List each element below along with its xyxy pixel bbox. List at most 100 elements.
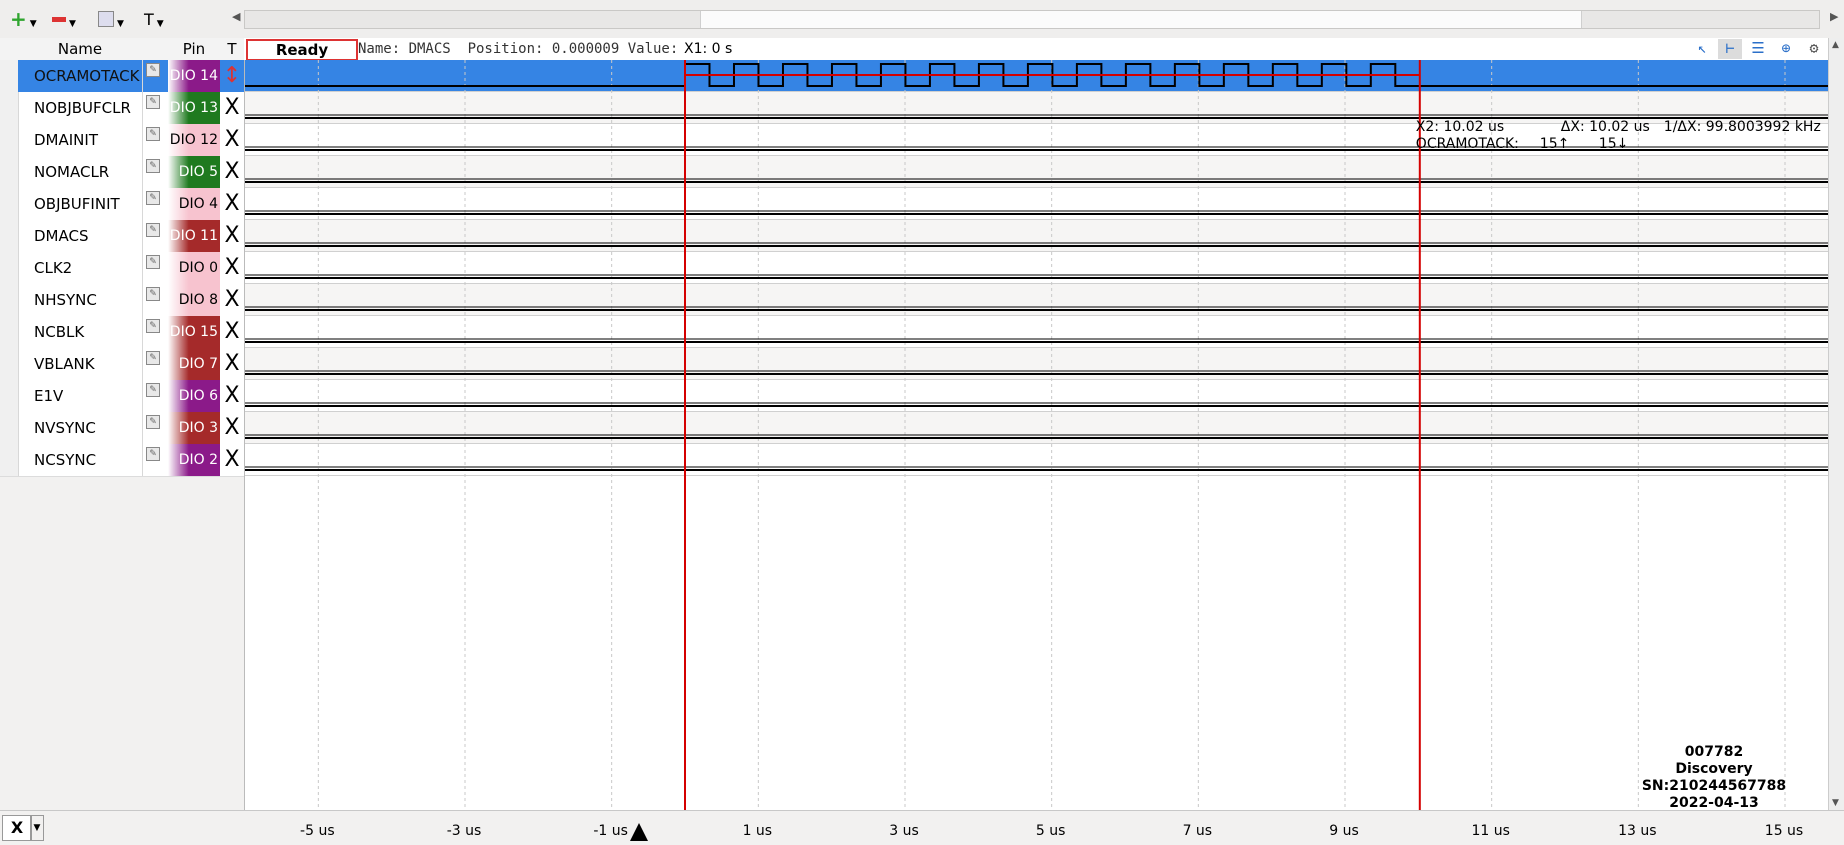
row-gutter[interactable] bbox=[0, 412, 19, 444]
row-gutter[interactable] bbox=[0, 92, 19, 124]
edit-signal-icon[interactable]: ✎ bbox=[146, 159, 160, 173]
axis-tick-label: 9 us bbox=[1329, 823, 1359, 839]
trigger-none-icon[interactable]: X bbox=[222, 382, 242, 410]
edit-signal-icon[interactable]: ✎ bbox=[146, 223, 160, 237]
table-row[interactable]: NVSYNC ✎ DIO 3X bbox=[0, 412, 244, 445]
add-signal-button[interactable]: + ▼ bbox=[10, 7, 37, 31]
trigger-edge-icon[interactable]: ↕ bbox=[222, 62, 242, 90]
pin-badge[interactable]: DIO 5 bbox=[168, 156, 220, 188]
scroll-right-icon[interactable]: ▶ bbox=[1830, 10, 1838, 23]
table-row[interactable]: NOBJBUFCLR ✎ DIO 13 X bbox=[0, 92, 244, 125]
waveform-plot[interactable]: X2: 10.02 us ΔX: 10.02 us 1/ΔX: 99.80039… bbox=[244, 60, 1829, 828]
pin-badge[interactable]: DIO 12 bbox=[168, 124, 220, 156]
trigger-none-icon[interactable]: X bbox=[222, 158, 242, 186]
row-gutter[interactable] bbox=[0, 284, 19, 316]
edit-signal-icon[interactable]: ✎ bbox=[146, 287, 160, 301]
trigger-none-icon[interactable]: X bbox=[222, 318, 242, 346]
row-background bbox=[245, 252, 1829, 284]
row-gutter[interactable] bbox=[0, 124, 19, 156]
pin-badge[interactable]: DIO 8 bbox=[168, 284, 220, 316]
scroll-left-icon[interactable]: ◀ bbox=[232, 10, 240, 23]
scroll-down-icon[interactable]: ▼ bbox=[1832, 798, 1839, 808]
trigger-column-header[interactable]: T bbox=[222, 40, 242, 58]
edit-signal-icon[interactable]: ✎ bbox=[146, 95, 160, 109]
pin-column-header[interactable]: Pin bbox=[168, 40, 220, 58]
signal-name: NOBJBUFCLR bbox=[34, 99, 131, 117]
plus-icon: + bbox=[10, 7, 27, 31]
pin-badge[interactable]: DIO 11 bbox=[168, 220, 220, 252]
pin-badge[interactable]: DIO 4 bbox=[168, 188, 220, 220]
edit-signal-icon[interactable]: ✎ bbox=[146, 415, 160, 429]
table-row[interactable]: NCSYNC ✎ DIO 2X bbox=[0, 444, 244, 477]
signal-name: OBJBUFINIT bbox=[34, 195, 120, 213]
pin-badge[interactable]: DIO 15 bbox=[168, 316, 220, 348]
edit-signal-icon[interactable]: ✎ bbox=[146, 319, 160, 333]
trigger-none-icon[interactable]: X bbox=[222, 446, 242, 474]
edit-signal-icon[interactable]: ✎ bbox=[146, 191, 160, 205]
trigger-none-icon[interactable]: X bbox=[222, 190, 242, 218]
pin-badge[interactable]: DIO 13 bbox=[168, 92, 220, 124]
table-row[interactable]: OCRAMOTACK ✎ DIO 14 ↕ bbox=[0, 60, 244, 93]
row-gutter[interactable] bbox=[0, 348, 19, 380]
pin-badge[interactable]: DIO 6 bbox=[168, 380, 220, 412]
baseline-icon[interactable]: ⊢ bbox=[1718, 39, 1742, 59]
scrollbar-thumb[interactable] bbox=[700, 11, 1582, 28]
align-icon[interactable]: ☰ bbox=[1746, 39, 1770, 59]
table-row[interactable]: CLK2 ✎ DIO 0X bbox=[0, 252, 244, 285]
table-row[interactable]: OBJBUFINIT ✎ DIO 4X bbox=[0, 188, 244, 221]
trigger-none-icon[interactable]: X bbox=[222, 126, 242, 154]
row-gutter[interactable] bbox=[0, 380, 19, 412]
edit-icon bbox=[98, 11, 114, 27]
horizontal-scrollbar[interactable] bbox=[244, 10, 1820, 29]
row-gutter[interactable] bbox=[0, 220, 19, 252]
remove-signal-button[interactable]: ▼ bbox=[52, 8, 76, 30]
edit-signal-icon[interactable]: ✎ bbox=[146, 383, 160, 397]
scroll-up-icon[interactable]: ▲ bbox=[1832, 40, 1839, 50]
trigger-none-icon[interactable]: X bbox=[222, 286, 242, 314]
trigger-none-icon[interactable]: X bbox=[222, 350, 242, 378]
edit-button[interactable]: ▼ bbox=[98, 8, 124, 30]
trigger-none-icon[interactable]: X bbox=[222, 414, 242, 442]
signal-name: E1V bbox=[34, 387, 64, 405]
row-gutter[interactable] bbox=[0, 444, 19, 476]
name-column-header[interactable]: Name bbox=[18, 40, 142, 58]
pin-badge[interactable]: DIO 14 bbox=[168, 60, 220, 92]
edit-signal-icon[interactable]: ✎ bbox=[146, 63, 160, 77]
pin-badge[interactable]: DIO 3 bbox=[168, 412, 220, 444]
table-row[interactable]: NCBLK ✎ DIO 15 X bbox=[0, 316, 244, 349]
table-row[interactable]: NHSYNC ✎ DIO 8X bbox=[0, 284, 244, 317]
table-row[interactable]: VBLANK ✎ DIO 7X bbox=[0, 348, 244, 381]
chevron-down-icon[interactable]: ▼ bbox=[30, 815, 44, 841]
table-row[interactable]: DMAINIT ✎ DIO 12 X bbox=[0, 124, 244, 157]
edit-signal-icon[interactable]: ✎ bbox=[146, 351, 160, 365]
table-row[interactable]: NOMACLR ✎ DIO 5X bbox=[0, 156, 244, 189]
cursor-icon[interactable]: ↖ bbox=[1690, 39, 1714, 59]
trigger-position-icon[interactable] bbox=[630, 823, 648, 841]
signal-name: CLK2 bbox=[34, 259, 73, 277]
vertical-scrollbar[interactable]: ▲ ▼ bbox=[1828, 38, 1844, 810]
table-row[interactable]: DMACS ✎ DIO 11 X bbox=[0, 220, 244, 253]
cursor-x1-label[interactable]: X1: 0 s bbox=[682, 41, 735, 57]
settings-icon[interactable]: ⚙ bbox=[1802, 39, 1826, 59]
zoom-icon[interactable]: ⊕ bbox=[1774, 39, 1798, 59]
text-button[interactable]: T ▼ bbox=[144, 8, 164, 30]
pin-badge[interactable]: DIO 2 bbox=[168, 444, 220, 476]
x-axis-button[interactable]: X bbox=[2, 815, 32, 841]
pin-badge[interactable]: DIO 7 bbox=[168, 348, 220, 380]
row-gutter[interactable] bbox=[0, 60, 19, 92]
row-gutter[interactable] bbox=[0, 156, 19, 188]
row-gutter[interactable] bbox=[0, 252, 19, 284]
table-row[interactable]: E1V ✎ DIO 6X bbox=[0, 380, 244, 413]
edit-signal-icon[interactable]: ✎ bbox=[146, 255, 160, 269]
waveform-canvas[interactable] bbox=[245, 60, 1829, 810]
trigger-none-icon[interactable]: X bbox=[222, 222, 242, 250]
row-gutter[interactable] bbox=[0, 316, 19, 348]
edit-signal-icon[interactable]: ✎ bbox=[146, 447, 160, 461]
rising-edge-count: 15↑ bbox=[1539, 136, 1570, 152]
trigger-none-icon[interactable]: X bbox=[222, 254, 242, 282]
edit-signal-icon[interactable]: ✎ bbox=[146, 127, 160, 141]
row-gutter[interactable] bbox=[0, 188, 19, 220]
frequency-readout: 1/ΔX: 99.8003992 kHz bbox=[1663, 119, 1821, 135]
trigger-none-icon[interactable]: X bbox=[222, 94, 242, 122]
pin-badge[interactable]: DIO 0 bbox=[168, 252, 220, 284]
